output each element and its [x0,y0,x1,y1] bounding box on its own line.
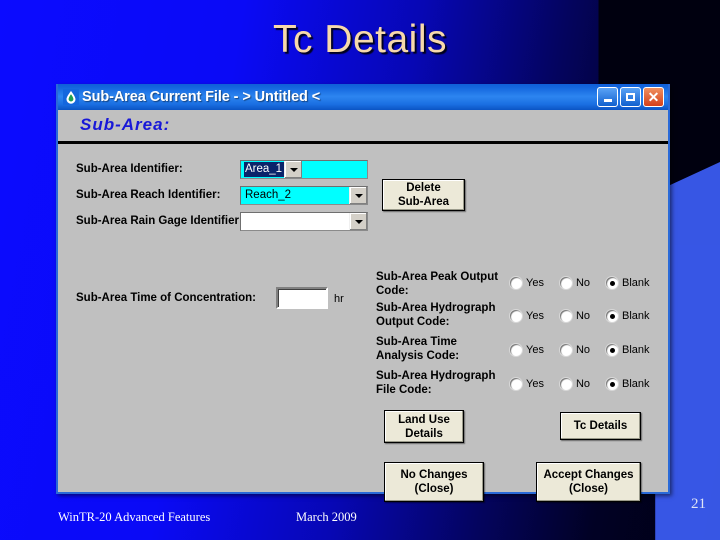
land-use-details-button[interactable]: Land Use Details [384,410,464,443]
sub-area-rain-gage-identifier-value [241,213,349,230]
sub-area-reach-identifier-combo[interactable]: Reach_2 [240,186,368,205]
accept-changes-line2: (Close) [569,483,608,495]
peak-output-code-no[interactable]: No [559,277,590,289]
dialog-title-text: Sub-Area Current File - > Untitled < [82,89,321,105]
radio-icon [559,378,572,390]
radio-icon-selected [606,310,619,322]
delete-sub-area-button-line1: Delete [406,182,441,194]
time-of-concentration-unit: hr [334,293,344,305]
delete-sub-area-button-line2: Sub-Area [397,196,450,208]
hydrograph-file-code-yes[interactable]: Yes [510,378,544,390]
maximize-button[interactable] [620,87,641,107]
hydrograph-output-code-radio-group: Yes No Blank [510,310,666,322]
time-analysis-code-yes[interactable]: Yes [510,344,544,356]
radio-icon [510,310,522,322]
peak-output-code-yes[interactable]: Yes [510,277,544,289]
section-heading: Sub-Area: [80,115,171,134]
dialog-body: Sub-Area: Sub-Area Identifier: Area_1 Su… [58,110,668,502]
sub-area-identifier-combo[interactable]: Area_1 [240,160,368,179]
radio-icon [559,344,572,356]
sub-area-reach-identifier-label: Sub-Area Reach Identifier: [76,189,221,201]
peak-output-code-radio-group: Yes No Blank [510,277,666,289]
time-of-concentration-input[interactable] [276,287,328,309]
time-analysis-code-label: Sub-Area Time Analysis Code: [376,336,460,362]
hydrograph-output-code-no[interactable]: No [559,310,590,322]
radio-icon [510,344,522,356]
hydrograph-file-code-blank[interactable]: Blank [606,378,650,390]
peak-output-code-blank[interactable]: Blank [606,277,650,289]
radio-icon-selected [606,277,619,289]
sub-area-identifier-label: Sub-Area Identifier: [76,163,183,175]
hydrograph-file-code-radio-group: Yes No Blank [510,378,666,390]
window-controls: ✕ [597,87,665,107]
accept-changes-line1: Accept Changes [543,469,634,481]
delete-sub-area-button[interactable]: Delete Sub-Area [382,179,465,211]
close-button[interactable]: ✕ [643,87,664,107]
no-changes-close-button[interactable]: No Changes (Close) [384,462,484,502]
no-changes-line2: (Close) [414,483,454,495]
section-divider [58,141,668,144]
land-use-details-line2: Details [405,427,443,440]
close-icon: ✕ [647,89,660,105]
accept-changes-close-button[interactable]: Accept Changes (Close) [536,462,641,502]
time-analysis-code-radio-group: Yes No Blank [510,344,666,356]
hydrograph-output-code-label: Sub-Area Hydrograph Output Code: [376,302,496,328]
chevron-down-icon[interactable] [349,187,367,204]
maximize-icon [626,93,635,101]
footer-center-text: March 2009 [296,510,357,524]
peak-output-code-label: Sub-Area Peak Output Code: [376,271,499,297]
radio-icon-selected [606,344,619,356]
sub-area-rain-gage-identifier-combo[interactable] [240,212,368,231]
minimize-icon [603,98,612,102]
sub-area-dialog: Sub-Area Current File - > Untitled < ✕ S… [56,84,670,502]
land-use-details-line1: Land Use [398,413,450,426]
radio-icon [510,378,522,390]
radio-icon-selected [606,378,619,390]
time-of-concentration-label: Sub-Area Time of Concentration: [76,292,256,304]
tc-details-button[interactable]: Tc Details [560,412,641,440]
page-title: Tc Details [272,18,448,61]
sub-area-reach-identifier-value: Reach_2 [245,189,292,201]
footer-left-text: WinTR-20 Advanced Features [58,510,211,524]
sub-area-rain-gage-identifier-label: Sub-Area Rain Gage Identifier: [76,215,243,227]
hydrograph-output-code-yes[interactable]: Yes [510,310,544,322]
hydrograph-file-code-label: Sub-Area Hydrograph File Code: [376,370,496,396]
hydrograph-output-code-blank[interactable]: Blank [606,310,650,322]
radio-icon [559,277,572,289]
sub-area-identifier-value: Area_1 [244,162,285,177]
minimize-button[interactable] [597,87,618,107]
time-analysis-code-blank[interactable]: Blank [606,344,650,356]
hydrograph-file-code-no[interactable]: No [559,378,590,390]
time-analysis-code-no[interactable]: No [559,344,590,356]
chevron-down-icon[interactable] [284,161,303,178]
radio-icon [510,277,522,289]
chevron-down-icon[interactable] [349,213,367,230]
page-number: 21 [691,496,706,512]
radio-icon [559,310,572,322]
tc-details-button-label: Tc Details [573,420,628,432]
dialog-titlebar[interactable]: Sub-Area Current File - > Untitled < ✕ [58,84,668,110]
water-drop-icon [63,89,79,105]
no-changes-line1: No Changes [400,469,468,481]
